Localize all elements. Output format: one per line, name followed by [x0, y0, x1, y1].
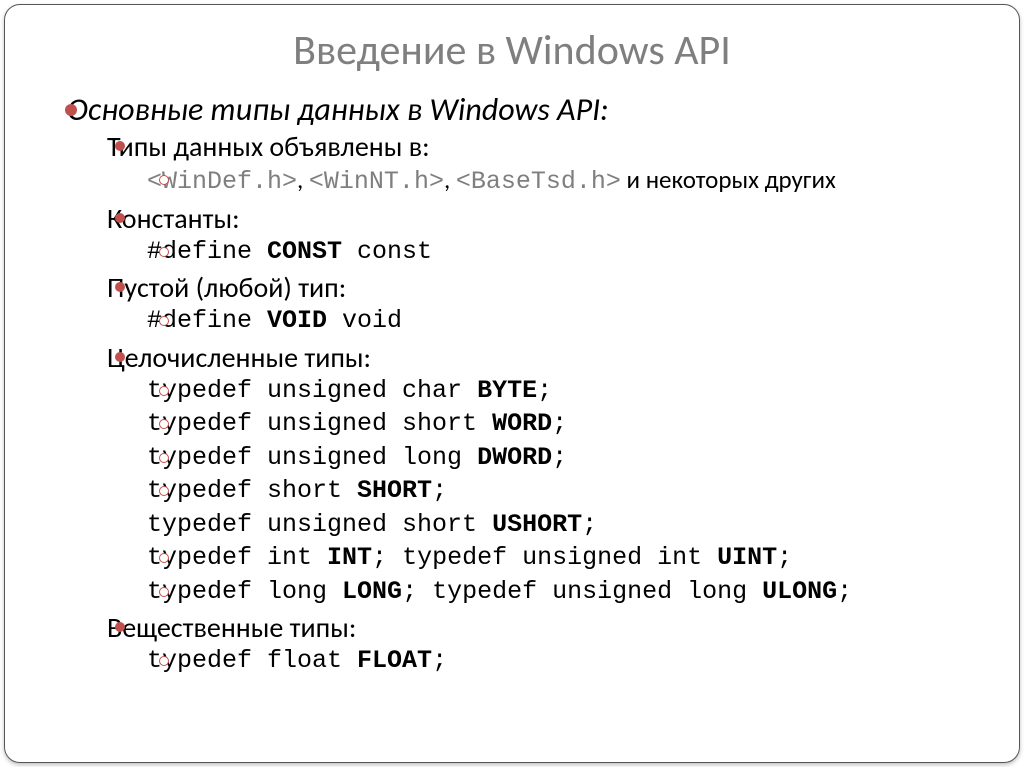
t: INT [327, 543, 372, 572]
header-basetsd: <BaseTsd.h> [456, 167, 621, 196]
t: typedef unsigned int [402, 543, 717, 572]
t: typedef int [147, 543, 327, 572]
const-post: const [342, 237, 432, 266]
t: SHORT [357, 476, 432, 505]
typedef-long-ulong: typedef long LONG; typedef unsigned long… [147, 576, 985, 609]
header-winnt: <WinNT.h> [309, 167, 444, 196]
slide: Введение в Windows API Основные типы дан… [4, 4, 1020, 763]
void-label: Пустой (любой) тип: [107, 270, 346, 305]
t: ; [552, 409, 567, 438]
ints-item: Целочисленные типы: typedef unsigned cha… [107, 340, 985, 609]
void-def: #define VOID void [147, 305, 985, 338]
ints-label: Целочисленные типы: [107, 340, 371, 375]
t: USHORT [492, 510, 582, 539]
t: FLOAT [357, 646, 432, 675]
t: LONG [342, 577, 402, 606]
t: typedef unsigned short [147, 409, 492, 438]
typedef-float: typedef float FLOAT; [147, 645, 985, 678]
t: ; [837, 577, 852, 606]
t: ; [402, 577, 432, 606]
floats-item: Вещественные типы: typedef float FLOAT; [107, 610, 985, 678]
t: typedef unsigned long [147, 443, 477, 472]
constants-label: Константы: [107, 201, 240, 236]
void-kw: VOID [267, 306, 327, 335]
typedef-word: typedef unsigned short WORD; [147, 408, 985, 441]
typedef-byte: typedef unsigned char BYTE; [147, 375, 985, 408]
t: WORD [492, 409, 552, 438]
header-windef: <WinDef.h> [147, 167, 297, 196]
constants-def: #define CONST const [147, 236, 985, 269]
declared-in-headers: <WinDef.h>, <WinNT.h>, <BaseTsd.h> и нек… [147, 164, 985, 199]
main-heading: Основные типы данных в Windows API: Типы… [67, 90, 985, 678]
typedef-ushort: typedef unsigned short USHORT; [147, 509, 985, 542]
const-pre: #define [147, 237, 267, 266]
topics-list: Типы данных объявлены в: <WinDef.h>, <Wi… [67, 129, 985, 678]
declared-in-item: Типы данных объявлены в: <WinDef.h>, <Wi… [107, 129, 985, 199]
t: typedef short [147, 476, 357, 505]
declared-in-tail: и некоторых других [621, 164, 836, 195]
t: UINT [717, 543, 777, 572]
void-item: Пустой (любой) тип: #define VOID void [107, 270, 985, 338]
slide-title: Введение в Windows API [39, 25, 985, 76]
floats-label: Вещественные типы: [107, 610, 356, 645]
constants-item: Константы: #define CONST const [107, 201, 985, 269]
t: ; [432, 476, 447, 505]
void-post: void [327, 306, 402, 335]
t: ULONG [762, 577, 837, 606]
typedef-int-uint: typedef int INT; typedef unsigned int UI… [147, 542, 985, 575]
t: ; [777, 543, 792, 572]
t: typedef unsigned char [147, 376, 477, 405]
typedef-dword: typedef unsigned long DWORD; [147, 442, 985, 475]
const-kw: CONST [267, 237, 342, 266]
main-heading-text: Основные типы данных в Windows API: [67, 90, 609, 129]
content-root: Основные типы данных в Windows API: Типы… [39, 90, 985, 678]
typedef-short: typedef short SHORT; [147, 475, 985, 508]
t: ; [552, 443, 567, 472]
t: ; [372, 543, 402, 572]
t: BYTE [477, 376, 537, 405]
t: typedef long [147, 577, 342, 606]
t: typedef float [147, 646, 357, 675]
t: ; [432, 646, 447, 675]
t: typedef unsigned short [147, 510, 492, 539]
t: ; [537, 376, 552, 405]
t: ; [582, 510, 597, 539]
void-pre: #define [147, 306, 267, 335]
t: DWORD [477, 443, 552, 472]
t: typedef unsigned long [432, 577, 762, 606]
declared-in-label: Типы данных объявлены в: [107, 129, 430, 164]
